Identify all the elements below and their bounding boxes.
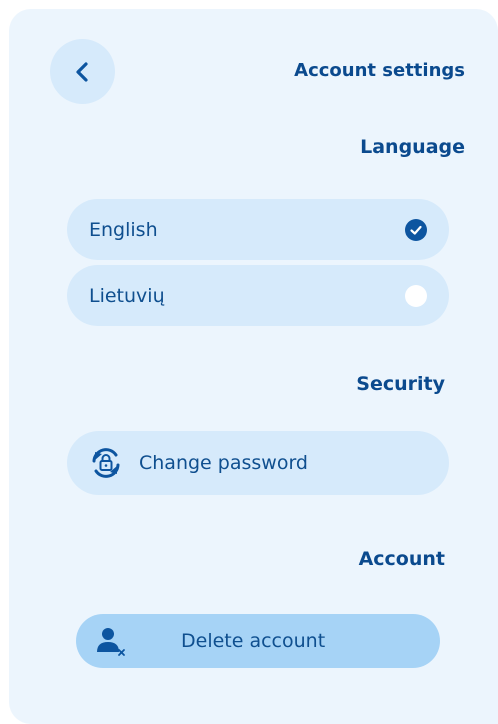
change-password-label: Change password (139, 452, 308, 474)
account-section-title: Account (358, 548, 445, 570)
language-option-english[interactable]: English (67, 199, 449, 260)
language-option-label: English (89, 218, 158, 241)
language-option-label: Lietuvių (89, 284, 165, 307)
lock-refresh-icon (92, 448, 120, 478)
radio-unchecked-icon[interactable] (405, 284, 427, 307)
security-section-title: Security (356, 373, 445, 395)
radio-checked-icon[interactable] (405, 218, 427, 241)
language-section-title: Language (360, 136, 465, 158)
back-button[interactable] (50, 39, 115, 104)
chevron-left-icon (75, 61, 88, 82)
language-option-lithuanian[interactable]: Lietuvių (67, 265, 449, 326)
user-remove-icon (97, 628, 125, 656)
page-title: Account settings (294, 60, 465, 81)
checkmark-icon (410, 225, 422, 235)
change-password-button[interactable]: Change password (67, 431, 449, 495)
delete-account-button[interactable]: Delete account (76, 614, 440, 668)
delete-account-label: Delete account (181, 630, 326, 652)
